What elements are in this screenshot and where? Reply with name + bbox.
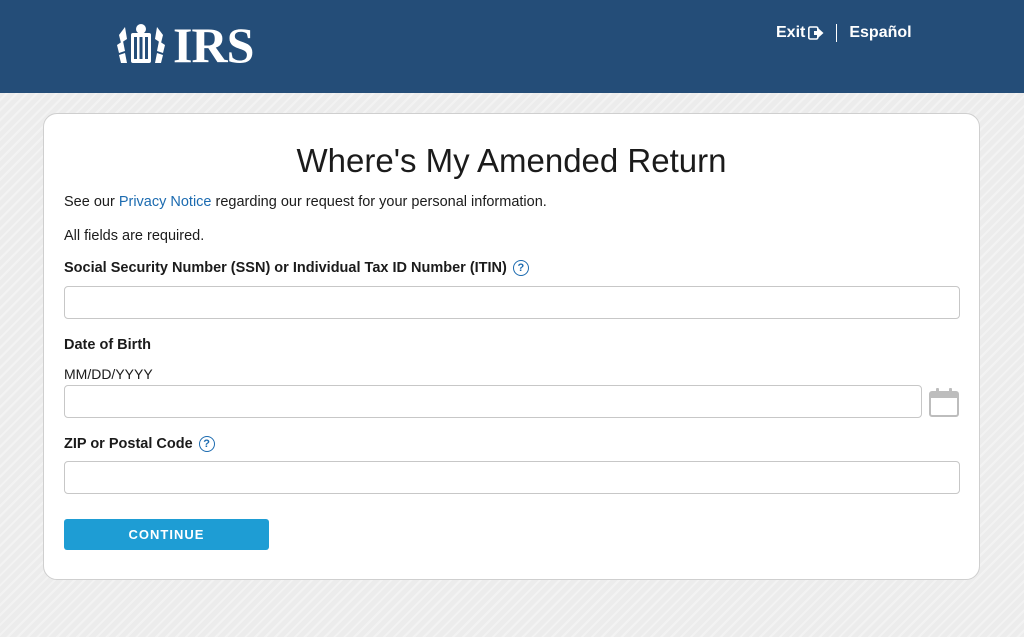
ssn-label-row: Social Security Number (SSN) or Individu…: [64, 260, 529, 276]
site-header: IRS Exit Español: [0, 0, 1024, 93]
dob-label-row: Date of Birth: [64, 337, 151, 353]
privacy-notice-link[interactable]: Privacy Notice: [119, 194, 212, 210]
privacy-prefix: See our: [64, 194, 119, 210]
ssn-help-icon[interactable]: ?: [512, 260, 529, 276]
irs-logo[interactable]: IRS: [115, 17, 254, 73]
zip-help-icon[interactable]: ?: [198, 436, 215, 452]
exit-label: Exit: [776, 24, 806, 41]
form-card: Where's My Amended Return See our Privac…: [43, 113, 980, 580]
irs-eagle-logo-icon: [117, 24, 165, 63]
zip-label: ZIP or Postal Code: [64, 436, 193, 452]
header-divider: [836, 24, 838, 42]
ssn-input[interactable]: [64, 286, 960, 319]
zip-label-row: ZIP or Postal Code ?: [64, 436, 215, 452]
espanol-link[interactable]: Español: [849, 24, 911, 42]
required-note: All fields are required.: [64, 228, 205, 244]
privacy-statement: See our Privacy Notice regarding our req…: [64, 194, 547, 210]
dob-format-hint: MM/DD/YYYY: [64, 366, 153, 382]
continue-button[interactable]: CONTINUE: [64, 519, 269, 550]
dob-label: Date of Birth: [64, 337, 151, 353]
logo-text: IRS: [173, 17, 254, 73]
calendar-icon[interactable]: [928, 386, 960, 418]
exit-arrow-icon: [808, 26, 824, 40]
privacy-suffix: regarding our request for your personal …: [211, 194, 547, 210]
ssn-label: Social Security Number (SSN) or Individu…: [64, 260, 507, 276]
exit-link[interactable]: Exit: [776, 24, 824, 42]
dob-input[interactable]: [64, 385, 922, 418]
header-links: Exit Español: [776, 22, 912, 44]
page-title: Where's My Amended Return: [296, 142, 727, 179]
zip-input[interactable]: [64, 461, 960, 494]
